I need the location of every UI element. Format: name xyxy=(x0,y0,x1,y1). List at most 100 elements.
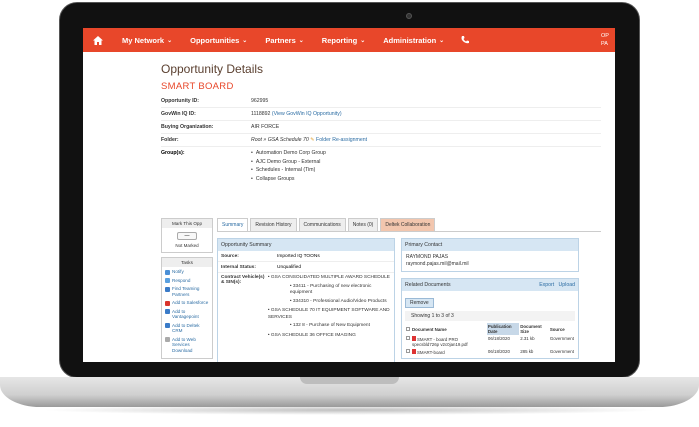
right-column: Primary Contact RAYMOND PAJAS raymond.pa… xyxy=(401,238,579,362)
laptop-notch xyxy=(300,377,399,384)
document-size: 2.31 kb xyxy=(520,336,535,341)
task-notify[interactable]: Notify xyxy=(165,269,209,275)
sin-item: • 33411 - Purchasing of new electronic e… xyxy=(289,283,372,296)
upload-link[interactable]: Upload xyxy=(559,282,575,288)
summary-header: Opportunity Summary xyxy=(218,239,394,251)
field-label: Folder: xyxy=(161,137,179,143)
contact-name: RAYMOND PAJAS xyxy=(406,254,449,260)
select-all-checkbox[interactable] xyxy=(406,326,410,331)
sin-item: • 132 8 - Purchase of New Equipment xyxy=(289,323,370,328)
top-nav: My Network ⌄ Opportunities ⌄ Partners ⌄ Rep… xyxy=(83,28,615,52)
document-link[interactable]: SMART-board xyxy=(417,350,445,355)
tasks-box: Tasks Notify Respond Find Teaming Partne… xyxy=(161,257,213,359)
sin-item: • 334310 - Professional Audio/Video Prod… xyxy=(289,298,387,304)
home-icon[interactable] xyxy=(83,28,113,52)
tab-deltek-collaboration[interactable]: Deltek Collaboration xyxy=(380,218,436,231)
pdf-icon xyxy=(412,349,416,354)
user-menu[interactable]: OP PA xyxy=(601,32,615,48)
opportunity-summary-panel: Opportunity Summary Source: Imported IQ T… xyxy=(217,238,395,362)
chevron-down-icon: ⌄ xyxy=(298,37,304,44)
bell-icon xyxy=(165,269,170,275)
tasks-header: Tasks xyxy=(162,258,212,267)
camera-icon xyxy=(406,13,412,19)
field-label: GovWin IQ ID: xyxy=(161,111,196,117)
vehicle-item: • GSA SCHEDULE 36 OFFICE IMAGING xyxy=(267,332,356,338)
task-respond[interactable]: Respond xyxy=(165,278,209,283)
opportunity-name: SMART BOARD xyxy=(161,81,234,92)
chevron-down-icon: ⌄ xyxy=(167,37,173,44)
document-size: 285 kb xyxy=(520,349,534,354)
nav-reporting[interactable]: Reporting ⌄ xyxy=(313,36,374,45)
nav-partners[interactable]: Partners ⌄ xyxy=(256,36,312,45)
task-add-vantagepoint[interactable]: Add to Vantagepoint xyxy=(165,309,209,320)
group-item: Automation Demo Corp Group xyxy=(251,150,326,156)
folder-path: Root » GSA Schedule 70 xyxy=(251,137,309,143)
document-source: Government xyxy=(549,349,574,354)
chevron-down-icon: ⌄ xyxy=(439,37,445,44)
field-label: Source: xyxy=(221,253,239,259)
mark-opp-header: Mark This Opp xyxy=(162,219,212,228)
document-source: Government xyxy=(549,336,574,341)
export-link[interactable]: Export xyxy=(539,282,554,288)
group-item: Schedules - Internal (Tim) xyxy=(251,167,326,173)
reply-icon xyxy=(165,278,170,283)
remove-button[interactable]: Remove xyxy=(405,298,434,308)
chevron-down-icon: ⌄ xyxy=(360,37,366,44)
download-icon xyxy=(165,337,170,342)
col-document-size[interactable]: Document Size xyxy=(519,323,549,335)
document-link[interactable]: SMART - board PRO specsbld726p v2c0jan19… xyxy=(412,337,468,347)
nav-opportunities[interactable]: Opportunities ⌄ xyxy=(181,36,256,45)
vehicle-item: • GSA CONSOLIDATED MULTIPLE AWARD SCHEDU… xyxy=(267,275,390,304)
vehicle-item: • GSA SCHEDULE 70 IT EQUIPMENT SOFTWARE … xyxy=(267,308,390,328)
vantagepoint-icon xyxy=(165,309,170,314)
showing-count: Showing 1 to 3 of 3 xyxy=(405,311,575,321)
opportunity-fields: Opportunity ID: 962995 GovWin IQ ID: 11188… xyxy=(161,95,601,188)
salesforce-icon xyxy=(165,300,170,306)
phone-icon[interactable] xyxy=(457,28,473,52)
col-publication-date[interactable]: Publication Date xyxy=(486,323,520,335)
tab-notes[interactable]: Notes (0) xyxy=(347,218,379,231)
task-add-deltek-crm[interactable]: Add to Deltek CRM xyxy=(165,323,209,334)
contact-email: raymond.pajas.mil@mail.mil xyxy=(406,261,469,267)
screen: My Network ⌄ Opportunities ⌄ Partners ⌄ Rep… xyxy=(83,28,615,362)
document-date: 06/18/2020 xyxy=(487,336,510,341)
group-item: AJC Demo Group - External xyxy=(251,159,326,165)
sidebar: Mark This Opp — Not Marked Tasks Notify … xyxy=(161,218,213,362)
col-document-name[interactable]: Document Name xyxy=(411,323,487,335)
task-add-web-services[interactable]: Add to Web Services Download xyxy=(165,337,209,354)
pdf-icon xyxy=(412,336,416,341)
documents-header: Related Documents xyxy=(405,282,451,288)
field-label: Contract Vehicle(s) & SIN(s): xyxy=(221,275,265,285)
folder-reassign-link[interactable]: Folder Re-assignment xyxy=(316,137,367,143)
page-title: Opportunity Details xyxy=(161,62,264,76)
row-checkbox[interactable] xyxy=(406,336,410,340)
contact-header: Primary Contact xyxy=(402,239,578,251)
related-documents-panel: Related Documents Export Upload Remove Sh… xyxy=(401,278,579,359)
tab-communications[interactable]: Communications xyxy=(298,218,346,231)
nav-my-network[interactable]: My Network ⌄ xyxy=(113,36,181,45)
primary-contact-panel: Primary Contact RAYMOND PAJAS raymond.pa… xyxy=(401,238,579,272)
row-checkbox[interactable] xyxy=(406,349,410,353)
field-label: Group(s): xyxy=(161,150,185,156)
documents-table: Document Name Publication Date Document … xyxy=(405,323,575,356)
field-label: Opportunity ID: xyxy=(161,98,200,104)
view-govwin-link[interactable]: (View GovWin IQ Opportunity) xyxy=(272,111,342,117)
collapse-groups-link[interactable]: Collapse Groups xyxy=(251,176,326,182)
tab-summary[interactable]: Summary xyxy=(217,218,249,231)
users-icon xyxy=(165,286,170,292)
task-find-teaming-partners[interactable]: Find Teaming Partners xyxy=(165,286,209,297)
nav-administration[interactable]: Administration ⌄ xyxy=(374,36,453,45)
mark-toggle[interactable]: — xyxy=(177,232,197,240)
tab-revision-history[interactable]: Revision History xyxy=(250,218,297,231)
folder-icon: ✎ xyxy=(310,137,315,143)
govwin-id: 1118892 xyxy=(251,111,271,117)
chevron-down-icon: ⌄ xyxy=(242,37,248,44)
buying-organization: AIR FORCE xyxy=(251,124,280,130)
main-panel: Summary Revision History Communications … xyxy=(217,218,601,362)
task-add-salesforce[interactable]: Add to Salesforce xyxy=(165,300,209,306)
table-row: SMART-board 06/18/2020 285 kb Government xyxy=(405,348,575,356)
mark-opp-box: Mark This Opp — Not Marked xyxy=(161,218,213,253)
document-date: 06/18/2020 xyxy=(487,349,510,354)
crm-icon xyxy=(165,323,170,328)
col-source[interactable]: Source xyxy=(549,323,575,335)
